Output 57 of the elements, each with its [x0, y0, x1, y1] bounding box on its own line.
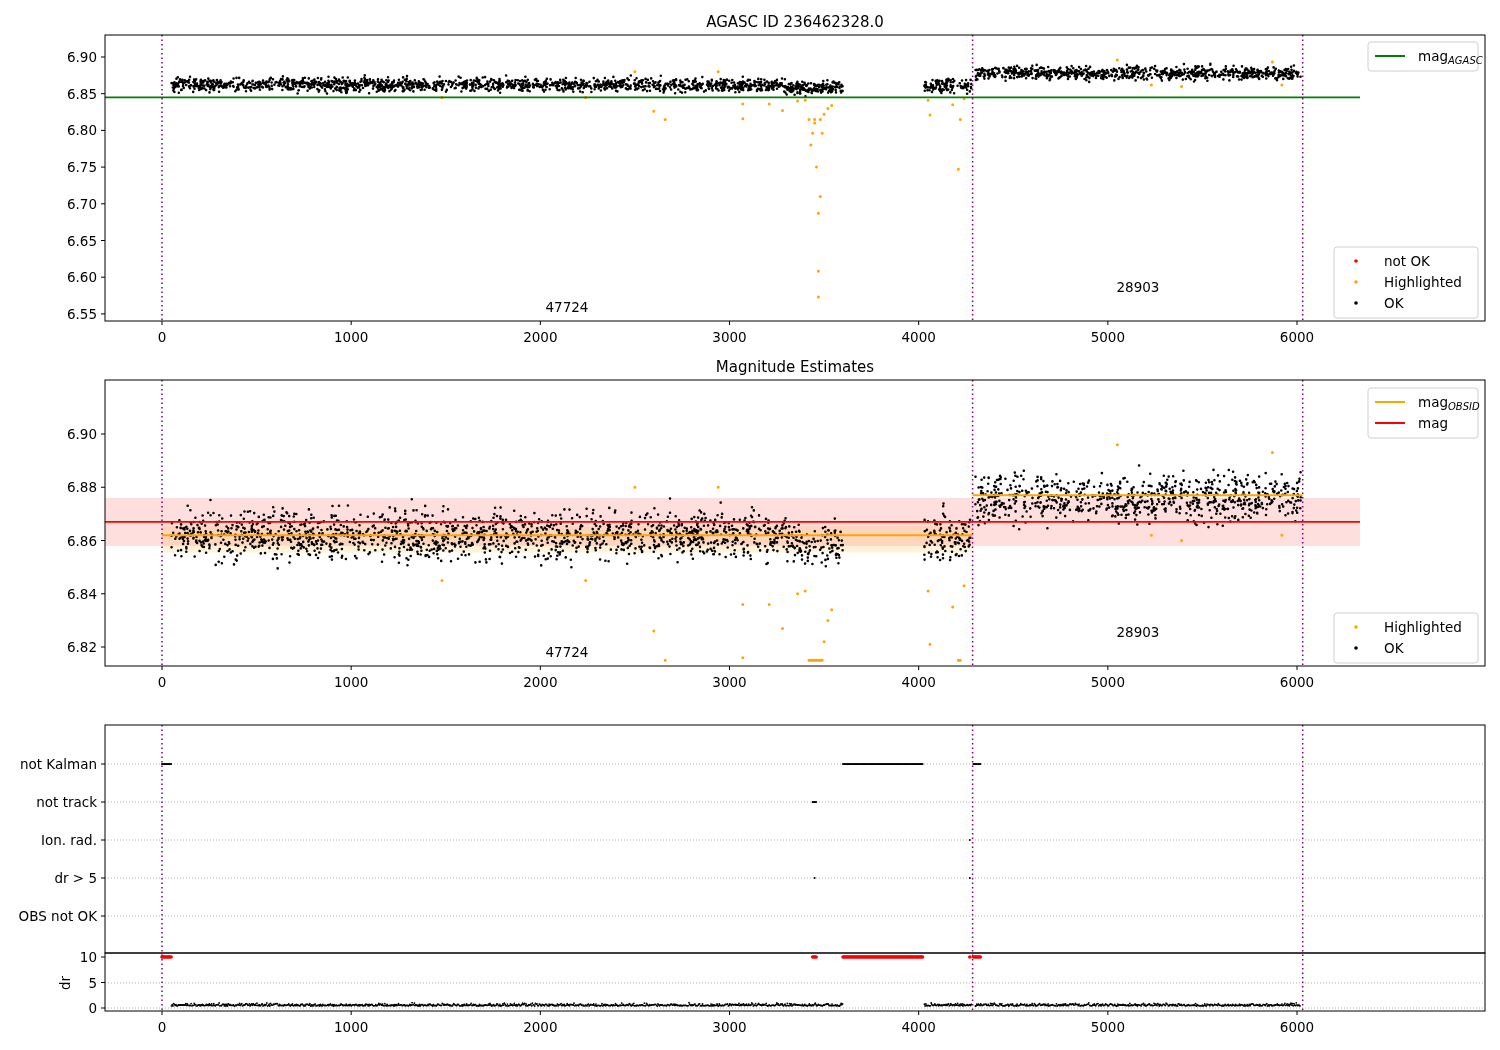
annotation-label: 28903	[1116, 279, 1160, 295]
axis-tick-label: 6.85	[66, 85, 97, 102]
axis-tick-label: 10	[79, 949, 97, 965]
chart-title: AGASC ID 236462328.0	[706, 13, 884, 31]
axis-tick-label: 4000	[901, 674, 936, 690]
axis-tick-label: 6000	[1279, 1019, 1315, 1035]
axis-label: dr	[57, 975, 73, 991]
axis-tick-label: 1000	[334, 329, 369, 345]
legend-label: Highlighted	[1384, 619, 1462, 635]
axis-tick-label: 6.90	[66, 426, 97, 442]
category-label: OBS not OK	[18, 908, 97, 924]
axis-tick-label: 4000	[901, 329, 936, 345]
axis-tick-label: 2000	[523, 329, 558, 345]
legend-label: mag$_{OBSID}$	[1418, 394, 1480, 412]
axis-tick-label: 5000	[1090, 329, 1126, 345]
axis-tick-label: 6.75	[66, 159, 97, 176]
axis-tick-label: 6.90	[66, 49, 97, 65]
axis-tick-label: 6.80	[66, 122, 97, 139]
chart-title: Magnitude Estimates	[715, 358, 875, 376]
axis-tick-label: 0	[157, 674, 167, 690]
axis-tick-label: 0	[88, 1000, 97, 1016]
axis-tick-label: 2000	[523, 1019, 558, 1035]
legend-label: mag	[1418, 415, 1448, 431]
axis-tick-label: 5000	[1090, 674, 1126, 690]
axis-tick-label: 6000	[1279, 674, 1315, 690]
axis-tick-label: 6.60	[66, 269, 97, 286]
category-label: not Kalman	[19, 756, 97, 772]
axis-tick-label: 3000	[712, 674, 747, 690]
legend-label: not OK	[1384, 253, 1430, 269]
axis-tick-label: 1000	[334, 674, 369, 690]
legend-label: Highlighted	[1384, 274, 1462, 290]
axis-tick-label: 6.55	[66, 305, 97, 322]
axis-tick-label: 5000	[1090, 1019, 1126, 1035]
axis-tick-label: 3000	[712, 1019, 747, 1035]
axis-tick-label: 4000	[901, 1019, 936, 1035]
category-label: dr > 5	[54, 870, 97, 886]
axis-tick-label: 0	[157, 1019, 167, 1035]
axis-tick-label: 6000	[1279, 329, 1315, 345]
annotation-label: 47724	[545, 644, 589, 660]
axis-tick-label: 6.84	[66, 585, 97, 602]
axis-tick-label: 2000	[523, 674, 558, 690]
legend-label: mag$_{AGASC}$	[1418, 48, 1483, 66]
axis-tick-label: 6.70	[66, 195, 97, 212]
axis-tick-label: 6.82	[66, 639, 97, 655]
axis-tick-label: 3000	[712, 329, 747, 345]
axis-tick-label: 6.65	[66, 232, 97, 249]
annotation-label: 28903	[1116, 624, 1160, 640]
category-label: not track	[36, 794, 97, 810]
legend-label: OK	[1384, 295, 1404, 311]
axis-tick-label: 0	[157, 329, 167, 345]
annotation-label: 47724	[545, 299, 589, 315]
axis-tick-label: 6.88	[66, 479, 97, 496]
axis-tick-label: 5	[88, 974, 97, 991]
axis-tick-label: 1000	[334, 1019, 369, 1035]
axis-tick-label: 6.86	[66, 532, 97, 549]
legend-label: OK	[1384, 640, 1404, 656]
category-label: Ion. rad.	[40, 832, 97, 848]
